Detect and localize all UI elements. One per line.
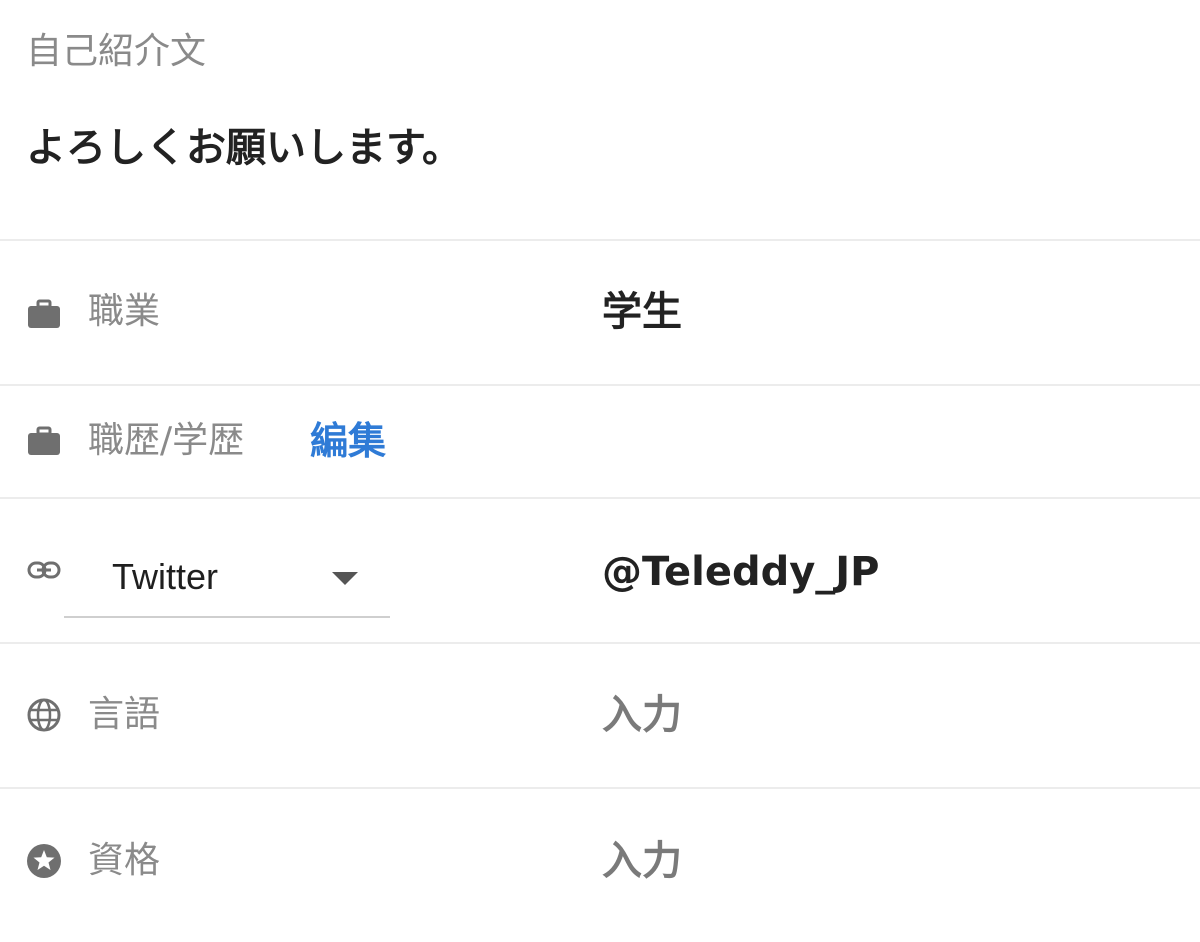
bio-label: 自己紹介文 (26, 31, 207, 72)
language-input[interactable]: 入力 (602, 691, 682, 739)
language-row: 言語 入力 (0, 643, 1200, 787)
qualification-input[interactable]: 入力 (602, 837, 682, 885)
career-label: 職歴/学歴 (88, 420, 245, 461)
occupation-value[interactable]: 学生 (602, 288, 682, 336)
service-select-value: Twitter (112, 556, 219, 597)
link-row: Twitter @Teleddy_JP (0, 498, 1200, 642)
career-edit-link[interactable]: 編集 (310, 419, 386, 463)
qualification-row: 資格 入力 (0, 788, 1200, 942)
link-value[interactable]: @Teleddy_JP (602, 548, 879, 596)
dropdown-caret-icon (332, 572, 358, 585)
link-icon (27, 561, 61, 579)
globe-icon (27, 698, 61, 732)
career-row: 職歴/学歴 編集 (0, 385, 1200, 497)
service-select[interactable]: Twitter (64, 542, 390, 618)
briefcase-icon (28, 426, 60, 455)
occupation-row: 職業 学生 (0, 240, 1200, 384)
bio-text[interactable]: よろしくお願いします。 (26, 115, 462, 173)
language-label: 言語 (88, 694, 161, 735)
occupation-label: 職業 (88, 291, 161, 332)
qualification-label: 資格 (88, 840, 161, 881)
briefcase-icon (28, 299, 60, 328)
star-circle-icon (27, 844, 61, 878)
